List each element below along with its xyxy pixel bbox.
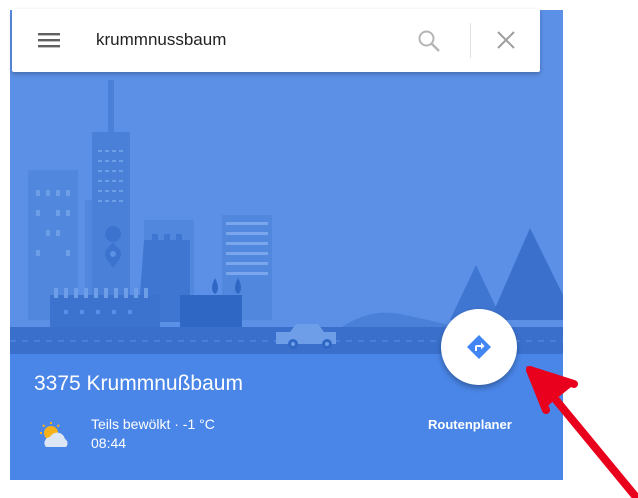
partly-cloudy-icon: [40, 422, 68, 447]
place-name: 3375 Krummnußbaum: [34, 372, 243, 395]
weather-condition: Teils bewölkt · -1 °C: [91, 416, 215, 432]
weather-time: 08:44: [91, 435, 127, 451]
place-panel: [10, 10, 563, 480]
route-planner-button[interactable]: [441, 309, 517, 385]
search-divider: [470, 23, 471, 58]
route-planner-label[interactable]: Routenplaner: [428, 417, 512, 432]
close-x-icon[interactable]: [497, 31, 515, 49]
hamburger-menu-icon[interactable]: [38, 31, 60, 49]
magnifier-icon[interactable]: [417, 29, 441, 53]
search-input[interactable]: [96, 25, 396, 55]
directions-diamond-icon: [467, 335, 491, 359]
search-bar: [12, 9, 540, 72]
